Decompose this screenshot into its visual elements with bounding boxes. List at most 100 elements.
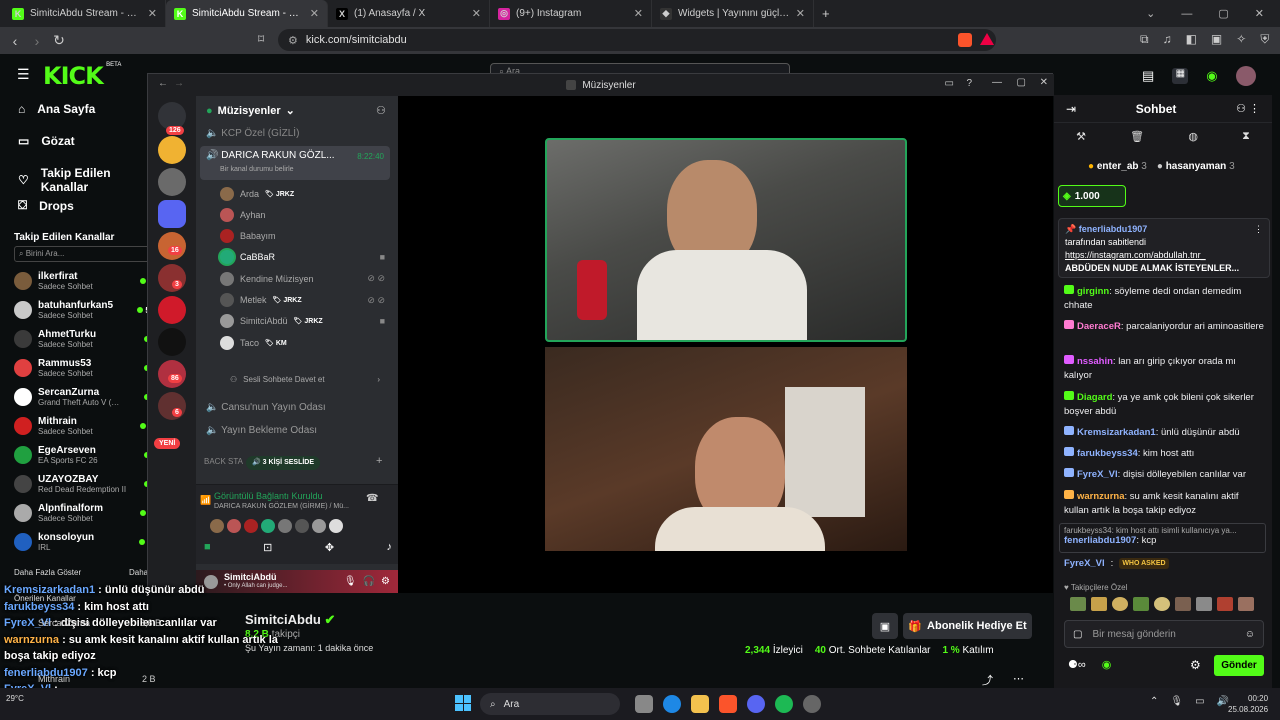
in-voice-pill[interactable]: 🔊 3 KİŞİ SESLİDE	[246, 456, 321, 470]
menu-browse[interactable]: ▭ Gözat	[18, 134, 75, 148]
kick-logo[interactable]: KICK BETA	[43, 62, 121, 90]
disconnect-icon[interactable]: ☎	[366, 493, 378, 504]
share-icon[interactable]: ⤴	[982, 672, 993, 688]
reply-user[interactable]: fenerliabdu1907	[1064, 535, 1136, 546]
tray-mic-icon[interactable]: 🎙	[1170, 696, 1183, 707]
followed-channel[interactable]: batuhanfurkan5Sadece Sohbet5,	[14, 296, 154, 324]
close-tab-icon[interactable]: ✕	[634, 7, 643, 20]
voice-channel-active[interactable]: 🔊 DARICA RAKUN GÖZL... 8:22:40 Bir kanal…	[200, 146, 390, 180]
emote-icon[interactable]	[1154, 597, 1170, 611]
sidebar-icon[interactable]: ◧	[1186, 32, 1197, 47]
emote-icon[interactable]	[1196, 597, 1212, 611]
chat-username[interactable]: girginn	[1077, 286, 1109, 297]
restore-icon[interactable]: ▢	[1218, 7, 1228, 20]
clock[interactable]: 00:20 25.08.2026	[1228, 693, 1268, 715]
streamer-name[interactable]: SimitciAbdu ✔	[245, 612, 335, 628]
video-tile-simitciabdu[interactable]	[545, 347, 907, 551]
tray-chevron-icon[interactable]: ⌃	[1150, 696, 1158, 707]
pinned-menu-icon[interactable]: ⋮	[1254, 223, 1263, 236]
kick-theater-icon[interactable]: ▤	[1142, 68, 1154, 84]
emote-icon[interactable]	[1238, 597, 1254, 611]
inbox-icon[interactable]: ▭	[945, 78, 954, 89]
vpn-icon[interactable]: ⛨	[1260, 32, 1269, 47]
menu-home[interactable]: ⌂ Ana Sayfa	[18, 102, 95, 116]
last-message-user[interactable]: FyreX_Vl	[1064, 558, 1105, 569]
hammer-icon[interactable]: ⚒	[1076, 130, 1086, 143]
gifter-1[interactable]: ● enter_ab 3	[1088, 161, 1147, 172]
chat-username[interactable]: nssahin	[1077, 356, 1113, 367]
kick-kicks-icon[interactable]: ◉	[1206, 68, 1217, 84]
voice-user[interactable]: Metlek 🏷 JRKZ ⊘ ⊘	[220, 290, 385, 311]
chat-users-icon[interactable]: ⚇ ⋮	[1236, 102, 1260, 115]
discord-close-icon[interactable]: ✕	[1040, 77, 1048, 88]
emoji-icon[interactable]: ☺	[1245, 629, 1255, 640]
server-header[interactable]: ● Müzisyenler ⌄	[206, 104, 295, 118]
browser-tab[interactable]: X (1) Anasayfa / X ✕	[328, 0, 490, 27]
chat-username[interactable]: DaeraceR	[1077, 321, 1121, 332]
voice-user[interactable]: Babayım	[220, 226, 385, 247]
add-channel-icon[interactable]: +	[376, 455, 382, 467]
followed-channel[interactable]: Rammus53 Sadece Sohbet	[14, 354, 154, 382]
show-more-link[interactable]: Daha Fazla Göster	[14, 568, 81, 577]
chat-link-icon[interactable]: ⚈∞	[1068, 658, 1086, 671]
followed-channel[interactable]: AhmetTurku Sadece Sohbet	[14, 325, 154, 353]
server-icon[interactable]	[158, 296, 186, 324]
voice-user[interactable]: CaBBaR ■	[220, 247, 385, 268]
chat-input[interactable]: ▢ Bir mesaj gönderin ☺	[1064, 620, 1264, 648]
obs-icon[interactable]	[803, 695, 821, 713]
discord-icon[interactable]	[747, 695, 765, 713]
send-button[interactable]: Gönder	[1214, 655, 1264, 676]
emote-icon[interactable]	[1133, 597, 1149, 611]
screen-share-icon[interactable]: ⊡	[263, 541, 272, 554]
followed-channel[interactable]: konsoloyunIRLL	[14, 528, 154, 556]
discord-minimize-icon[interactable]: —	[992, 77, 1002, 88]
brave-shield-icon[interactable]	[958, 33, 972, 47]
voice-channel-kcp[interactable]: 🔈 KCP Özel (GİZLİ)	[206, 128, 299, 139]
chat-settings-icon[interactable]: ⚙	[1190, 658, 1201, 672]
self-avatar[interactable]	[204, 574, 218, 589]
followed-search-input[interactable]: ⌕ Birini Ara...	[14, 246, 154, 262]
brave-rewards-icon[interactable]	[980, 33, 994, 45]
weather-widget[interactable]: 29°C	[6, 694, 24, 703]
connection-channel[interactable]: DARICA RAKUN GÖZLEM (GİRME) / Mü...	[214, 503, 349, 510]
browser-tab[interactable]: K SimitciAbdu Stream - Watch Live on ✕	[4, 0, 166, 27]
emote-icon[interactable]	[1217, 597, 1233, 611]
browser-tab[interactable]: ◆ Widgets | Yayınını güçlendirmek için ✕	[652, 0, 814, 27]
server-icon[interactable]	[158, 392, 186, 420]
soundboard-icon[interactable]: ♪	[387, 541, 393, 554]
more-actions-icon[interactable]: ⋯	[1013, 672, 1024, 688]
leo-icon[interactable]: ✧	[1236, 32, 1246, 47]
followed-channel[interactable]: UZAYOZBAY Red Dead Redemption II	[14, 470, 154, 498]
forward-icon[interactable]: ›	[26, 33, 48, 49]
task-view-icon[interactable]	[635, 695, 653, 713]
spotify-icon[interactable]	[775, 695, 793, 713]
discord-forward-icon[interactable]: →	[174, 78, 184, 89]
file-explorer-icon[interactable]	[691, 695, 709, 713]
category-backstage[interactable]: BACK STA	[204, 457, 243, 466]
close-tab-icon[interactable]: ✕	[148, 7, 157, 20]
followed-channel[interactable]: ilkerfiratSadece Sohbet7	[14, 267, 154, 295]
emote-icon[interactable]	[1175, 597, 1191, 611]
bookmark-icon[interactable]: ⌑	[258, 32, 264, 46]
activities-icon[interactable]: ✥	[325, 541, 334, 554]
server-icon[interactable]	[158, 264, 186, 292]
extensions-icon[interactable]: ⧉	[1140, 32, 1149, 47]
voice-user[interactable]: Ayhan	[220, 204, 385, 225]
close-tab-icon[interactable]: ✕	[310, 7, 319, 20]
user-avatar[interactable]	[1235, 66, 1256, 86]
new-tab-button[interactable]: +	[822, 6, 830, 21]
chat-username[interactable]: farukbeyss34	[1077, 448, 1138, 459]
followed-channel[interactable]: SercanZurna Grand Theft Auto V (…	[14, 383, 154, 411]
menu-drops[interactable]: ⛋ Drops	[18, 198, 74, 213]
site-info-icon[interactable]: ⚙	[288, 34, 298, 47]
mic-icon[interactable]: 🎙	[344, 576, 357, 587]
hamburger-icon[interactable]: ☰	[17, 66, 30, 83]
brave-icon[interactable]	[719, 695, 737, 713]
suggested-channel-name[interactable]: Mithrain	[38, 674, 70, 684]
close-tab-icon[interactable]: ✕	[472, 7, 481, 20]
folder-icon[interactable]	[158, 200, 186, 228]
collapse-chat-icon[interactable]: ⇥	[1066, 102, 1076, 116]
camera-icon[interactable]: ■	[204, 541, 211, 554]
channel-status[interactable]: Bir kanal durumu belirle	[220, 166, 294, 173]
reload-icon[interactable]: ↻	[48, 32, 70, 49]
